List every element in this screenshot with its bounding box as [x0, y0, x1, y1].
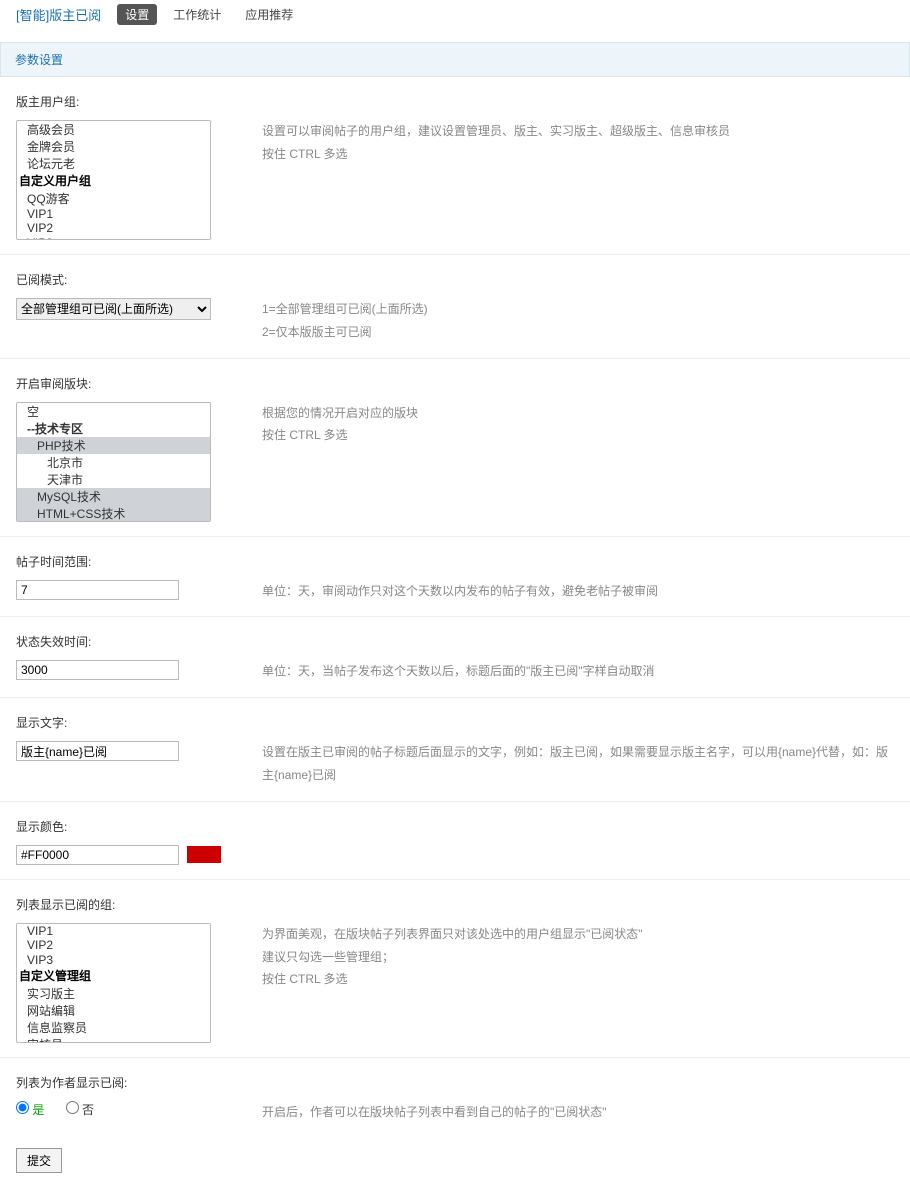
open-forum-label: 开启审阅版块: — [16, 371, 894, 398]
status-expire-desc: 单位：天，当帖子发布这个天数以后，标题后面的"版主已阅"字样自动取消 — [246, 660, 655, 683]
open-forum-select[interactable]: 空--技术专区 PHP技术 北京市 天津市 MySQL技术 HTML+CSS技术… — [16, 402, 211, 522]
read-mode-desc: 1=全部管理组可已阅(上面所选) 2=仅本版版主可已阅 — [246, 298, 428, 344]
time-range-label: 帖子时间范围: — [16, 549, 894, 576]
read-mode-label: 已阅模式: — [16, 267, 894, 294]
section-title: 参数设置 — [0, 42, 910, 77]
open-forum-desc: 根据您的情况开启对应的版块 按住 CTRL 多选 — [246, 402, 418, 448]
time-range-desc: 单位：天，审阅动作只对这个天数以内发布的帖子有效，避免老帖子被审阅 — [246, 580, 658, 603]
plugin-title[interactable]: [智能]版主已阅 — [16, 5, 101, 24]
mod-group-desc: 设置可以审阅帖子的用户组，建议设置管理员、版主、实习版主、超级版主、信息审核员 … — [246, 120, 730, 166]
tab-recommend[interactable]: 应用推荐 — [237, 4, 301, 25]
header: [智能]版主已阅 设置 工作统计 应用推荐 — [0, 0, 910, 30]
time-range-input[interactable] — [16, 580, 179, 600]
status-expire-label: 状态失效时间: — [16, 629, 894, 656]
color-swatch[interactable] — [187, 846, 221, 863]
mod-group-select[interactable]: 高级会员金牌会员论坛元老QQ游客VIP1VIP2VIP3实习版主 — [16, 120, 211, 240]
list-show-group-desc: 为界面美观，在版块帖子列表界面只对该处选中的用户组显示"已阅状态" 建议只勾选一… — [246, 923, 643, 991]
list-show-group-select[interactable]: VIP1VIP2VIP3实习版主网站编辑信息监察员审核员管理员 — [16, 923, 211, 1043]
tab-stats[interactable]: 工作统计 — [165, 4, 229, 25]
mod-group-label: 版主用户组: — [16, 89, 894, 116]
display-color-input[interactable] — [16, 845, 179, 865]
display-color-label: 显示颜色: — [16, 814, 894, 841]
tab-settings[interactable]: 设置 — [117, 4, 157, 25]
display-text-label: 显示文字: — [16, 710, 894, 737]
list-author-label: 列表为作者显示已阅: — [16, 1070, 894, 1097]
list-show-group-label: 列表显示已阅的组: — [16, 892, 894, 919]
display-text-input[interactable] — [16, 741, 179, 761]
display-text-desc: 设置在版主已审阅的帖子标题后面显示的文字，例如：版主已阅，如果需要显示版主名字，… — [246, 741, 894, 787]
status-expire-input[interactable] — [16, 660, 179, 680]
read-mode-select[interactable]: 全部管理组可已阅(上面所选) — [16, 298, 211, 320]
list-author-yes[interactable]: 是 — [16, 1103, 44, 1117]
list-author-no[interactable]: 否 — [66, 1103, 94, 1117]
submit-button[interactable]: 提交 — [16, 1148, 62, 1173]
list-author-desc: 开启后，作者可以在版块帖子列表中看到自己的帖子的"已阅状态" — [246, 1101, 607, 1124]
